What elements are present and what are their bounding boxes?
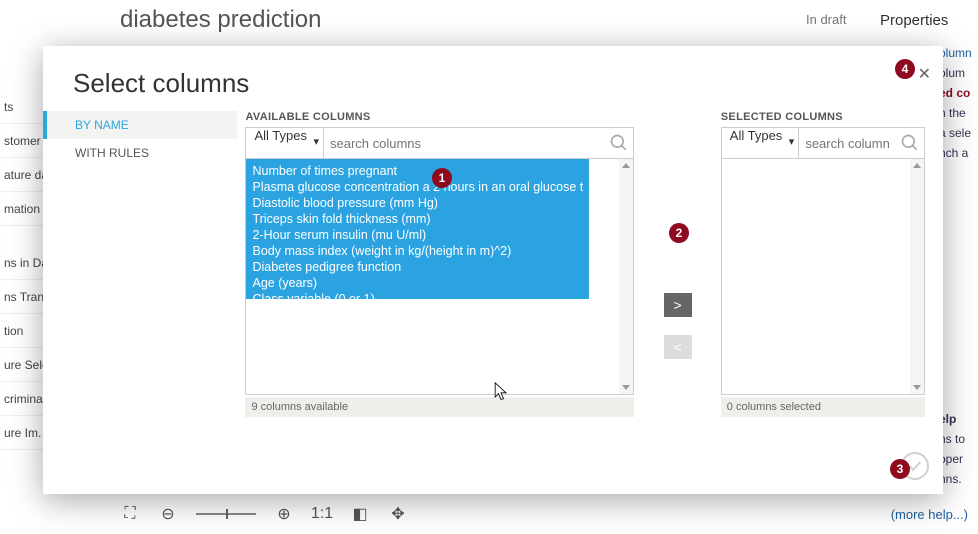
properties-header: Properties	[880, 12, 972, 29]
text-fragment: ns to	[939, 432, 978, 446]
dialog-title: Select columns	[73, 68, 925, 99]
annotation-marker: 2	[669, 223, 689, 243]
list-item[interactable]: Class variable (0 or 1)	[252, 291, 583, 299]
available-panel: AVAILABLE COLUMNS All Types Number of ti…	[245, 111, 634, 451]
text-fragment: a sele	[939, 126, 978, 140]
tab-by-name[interactable]: BY NAME	[43, 111, 237, 139]
add-column-button[interactable]: >	[664, 293, 692, 317]
zoom-out-icon[interactable]: ⊖	[158, 504, 178, 524]
text-fragment: olumn	[939, 46, 978, 60]
tab-with-rules[interactable]: WITH RULES	[43, 139, 237, 167]
list-item[interactable]: Diabetes pedigree function	[252, 259, 583, 275]
selected-label: SELECTED COLUMNS	[721, 111, 925, 123]
available-label: AVAILABLE COLUMNS	[245, 111, 634, 123]
search-icon[interactable]	[896, 133, 924, 153]
close-icon[interactable]: ✕	[918, 64, 931, 84]
text-fragment: ed co	[939, 86, 978, 100]
list-item[interactable]: Diastolic blood pressure (mm Hg)	[252, 195, 583, 211]
search-icon[interactable]	[605, 133, 633, 153]
list-item[interactable]: Body mass index (weight in kg/(height in…	[252, 243, 583, 259]
list-item[interactable]: Plasma glucose concentration a 2 hours i…	[252, 179, 583, 195]
text-fragment: n the	[939, 106, 978, 120]
text-fragment: oper	[939, 452, 978, 466]
selected-panel: SELECTED COLUMNS All Types 0 columns sel…	[721, 111, 925, 451]
list-item[interactable]: Age (years)	[252, 275, 583, 291]
list-item[interactable]: Number of times pregnant	[252, 163, 583, 179]
cursor-icon	[494, 382, 508, 402]
minimap-icon[interactable]: ◧	[350, 504, 370, 524]
available-type-select[interactable]: All Types	[246, 128, 324, 158]
dialog-side-menu: BY NAME WITH RULES	[43, 111, 237, 451]
text-fragment: nch a	[939, 146, 978, 160]
annotation-marker: 1	[432, 168, 452, 188]
selected-columns-list[interactable]	[722, 159, 910, 394]
selected-type-select[interactable]: All Types	[722, 128, 800, 158]
text-fragment: elp	[939, 412, 978, 426]
available-count: 9 columns available	[245, 397, 634, 417]
select-columns-dialog: Select columns ✕ BY NAME WITH RULES AVAI…	[43, 46, 943, 494]
actual-size-icon[interactable]: 1:1	[312, 504, 332, 524]
text-fragment: nns.	[939, 472, 978, 486]
draft-status: In draft	[806, 12, 846, 27]
canvas-toolbar: ⛶ ⊖ ⊕ 1:1 ◧ ✥	[120, 500, 408, 528]
selected-search-input[interactable]	[799, 128, 896, 158]
scrollbar[interactable]	[910, 159, 924, 394]
available-columns-list[interactable]: Number of times pregnant Plasma glucose …	[246, 159, 589, 299]
list-item[interactable]: Triceps skin fold thickness (mm)	[252, 211, 583, 227]
experiment-title: diabetes prediction	[120, 6, 321, 34]
zoom-slider[interactable]	[196, 513, 256, 515]
bg-right-list: olumn olum ed co n the a sele nch a elp …	[939, 40, 978, 492]
pan-icon[interactable]: ✥	[388, 504, 408, 524]
text-fragment: olum	[939, 66, 978, 80]
fit-icon[interactable]: ⛶	[120, 504, 140, 524]
selected-count: 0 columns selected	[721, 397, 925, 417]
scrollbar[interactable]	[619, 159, 633, 394]
remove-column-button[interactable]: <	[664, 335, 692, 359]
list-item[interactable]: 2-Hour serum insulin (mu U/ml)	[252, 227, 583, 243]
more-help-link[interactable]: (more help...)	[891, 507, 968, 522]
annotation-marker: 3	[890, 459, 910, 479]
annotation-marker: 4	[895, 59, 915, 79]
available-search-input[interactable]	[324, 128, 605, 158]
zoom-in-icon[interactable]: ⊕	[274, 504, 294, 524]
